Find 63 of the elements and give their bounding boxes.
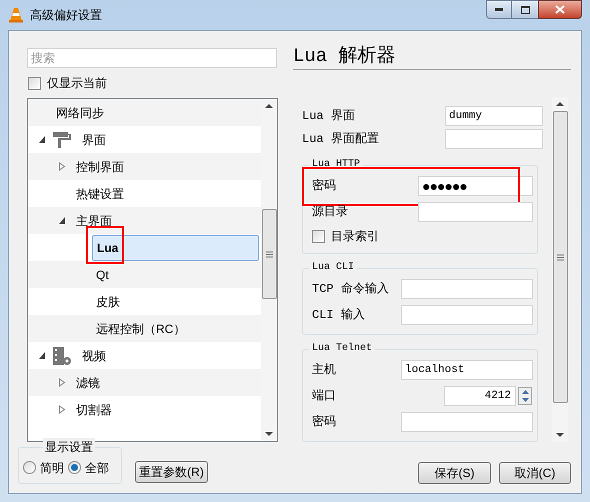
field-label: 主机 — [312, 362, 337, 379]
field-label: CLI 输入 — [312, 307, 366, 324]
collapsed-arrow-icon[interactable] — [58, 378, 66, 387]
tree-item[interactable]: 滤镜 — [72, 370, 104, 396]
maximize-button[interactable] — [512, 0, 538, 19]
tree-item[interactable]: 切割器 — [72, 396, 116, 422]
tree-item[interactable]: 界面 — [78, 126, 110, 152]
field-label: Lua 界面配置 — [302, 131, 380, 148]
input-field[interactable]: dummy — [445, 106, 543, 126]
window-title: 高级偏好设置 — [30, 7, 102, 24]
radio-button[interactable] — [23, 461, 36, 474]
scrollbar[interactable] — [261, 99, 277, 441]
tree-item[interactable]: 主界面 — [72, 208, 116, 234]
reset-button[interactable]: 重置参数(R) — [135, 461, 208, 483]
input-field[interactable] — [401, 305, 533, 325]
input-field[interactable] — [401, 412, 533, 432]
checkbox-label: 仅显示当前 — [47, 75, 107, 92]
field-label: 源目录 — [312, 204, 349, 221]
input-field[interactable]: localhost — [401, 360, 533, 380]
cancel-button[interactable]: 取消(C) — [499, 462, 571, 484]
tree-item[interactable]: Lua — [92, 234, 259, 260]
grip-icon — [556, 254, 564, 260]
save-button[interactable]: 保存(S) — [418, 462, 491, 484]
field-label: TCP 命令输入 — [312, 281, 390, 298]
field-label: Lua 界面 — [302, 108, 356, 125]
minimize-button[interactable] — [486, 0, 512, 19]
scroll-thumb[interactable] — [262, 209, 276, 299]
expanded-arrow-icon[interactable] — [38, 351, 46, 360]
checkbox[interactable] — [312, 230, 325, 242]
collapsed-arrow-icon[interactable] — [58, 405, 66, 414]
spin-arrows-icon[interactable] — [518, 387, 532, 405]
film-gear-icon — [52, 346, 72, 366]
tree-item[interactable]: 皮肤 — [92, 288, 124, 314]
grip-icon — [266, 250, 272, 258]
radio-label: 简明 — [40, 460, 64, 476]
tree-item[interactable]: 热键设置 — [72, 180, 128, 206]
traffic-cone-icon — [8, 7, 24, 23]
tree-item[interactable]: Qt — [92, 262, 113, 288]
paint-roller-icon — [52, 130, 72, 148]
radio-label: 全部 — [85, 460, 109, 476]
input-field[interactable] — [445, 129, 543, 150]
port-spinbox[interactable]: 4212 — [444, 386, 516, 406]
expanded-arrow-icon[interactable] — [58, 216, 66, 225]
expanded-arrow-icon[interactable] — [38, 135, 46, 144]
maximize-icon — [520, 6, 530, 14]
password-field[interactable]: ●●●●●● — [418, 176, 533, 196]
input-field[interactable] — [401, 279, 533, 299]
field-label: 端口 — [312, 388, 337, 405]
checkbox-label: 目录索引 — [331, 228, 379, 245]
close-icon — [555, 5, 565, 14]
scrollbar[interactable] — [552, 97, 568, 442]
collapsed-arrow-icon[interactable] — [58, 162, 66, 171]
field-label: 密码 — [312, 414, 337, 431]
input-field[interactable] — [418, 202, 533, 222]
checkbox[interactable] — [28, 76, 41, 90]
scroll-thumb[interactable] — [552, 111, 568, 403]
close-button[interactable] — [538, 0, 582, 19]
field-label: 密码 — [312, 178, 337, 195]
group-title: 显示设置 — [43, 438, 95, 456]
radio-button[interactable] — [68, 461, 81, 474]
tree-item[interactable]: 视频 — [78, 342, 110, 368]
panel-title: Lua 解析器 — [293, 44, 397, 68]
minimize-icon — [495, 8, 503, 11]
